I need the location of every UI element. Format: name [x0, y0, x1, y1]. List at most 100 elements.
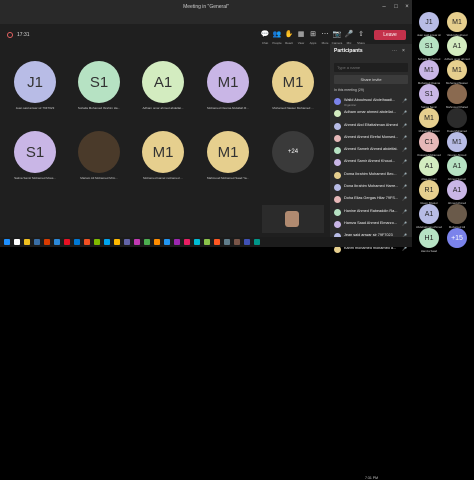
- view-icon[interactable]: ▦: [296, 30, 306, 40]
- participant-name: Mohamed Osama Abdallah R...: [207, 106, 249, 110]
- participant-avatar[interactable]: J1: [14, 61, 56, 103]
- taskbar-app-icon[interactable]: [184, 239, 190, 245]
- taskbar-app-icon[interactable]: [114, 239, 120, 245]
- taskbar-app-icon[interactable]: [44, 239, 50, 245]
- more-icon[interactable]: ⋯: [320, 30, 330, 40]
- participant-avatar[interactable]: A1: [419, 204, 439, 224]
- participant-avatar[interactable]: C1: [419, 132, 439, 152]
- taskbar-app-icon[interactable]: [194, 239, 200, 245]
- start-button-icon[interactable]: [4, 239, 10, 245]
- avatar: [334, 171, 341, 179]
- share-icon[interactable]: ⇧: [356, 30, 366, 40]
- taskbar-app-icon[interactable]: [234, 239, 240, 245]
- participant-avatar[interactable]: M1: [447, 12, 467, 32]
- mic-muted-icon: 🎤: [402, 134, 407, 140]
- avatar: [334, 122, 341, 130]
- taskbar-app-icon[interactable]: [124, 239, 130, 245]
- participant-avatar[interactable]: S1: [14, 131, 56, 173]
- taskbar-app-icon[interactable]: [204, 239, 210, 245]
- window-title: Meeting in "General": [183, 4, 229, 10]
- minimize-icon[interactable]: –: [380, 3, 388, 11]
- share-invite-button[interactable]: Share invite: [334, 75, 408, 84]
- taskbar-app-icon[interactable]: [74, 239, 80, 245]
- participant-avatar[interactable]: S1: [419, 84, 439, 104]
- participant-avatar[interactable]: [447, 84, 467, 104]
- taskbar-app-icon[interactable]: [174, 239, 180, 245]
- participant-avatar[interactable]: A1: [447, 156, 467, 176]
- avatar: [334, 159, 341, 167]
- taskbar-app-icon[interactable]: [244, 239, 250, 245]
- panel-close-icon[interactable]: ×: [402, 48, 405, 54]
- participant-avatar[interactable]: J1: [419, 12, 439, 32]
- taskbar-app-icon[interactable]: [164, 239, 170, 245]
- participant-avatar[interactable]: S1: [419, 36, 439, 56]
- participant-avatar[interactable]: A1: [419, 156, 439, 176]
- participant-avatar[interactable]: H1: [419, 228, 439, 248]
- chat-icon[interactable]: 💬: [260, 30, 270, 40]
- participant-row-name: Dona Ibrahim Mohamed Harre...: [344, 184, 398, 189]
- mic-icon[interactable]: 🎤: [344, 30, 354, 40]
- participant-row[interactable]: Hanine Ahmed Rabeaddin Ra... 🎤: [332, 207, 410, 219]
- taskbar-app-icon[interactable]: [94, 239, 100, 245]
- participant-avatar[interactable]: A1: [142, 61, 184, 103]
- avatar: [334, 110, 341, 118]
- taskbar-app-icon[interactable]: [34, 239, 40, 245]
- participant-row[interactable]: Hamza Saad Ahmed Elmarzo... 🎤: [332, 219, 410, 231]
- apps-icon[interactable]: ⊞: [308, 30, 318, 40]
- participant-avatar[interactable]: M1: [419, 60, 439, 80]
- participant-avatar[interactable]: [447, 204, 467, 224]
- taskbar-app-icon[interactable]: [104, 239, 110, 245]
- taskbar-app-icon[interactable]: [134, 239, 140, 245]
- taskbar-app-icon[interactable]: [254, 239, 260, 245]
- in-meeting-section[interactable]: In this meeting (29): [334, 88, 364, 92]
- participant-row[interactable]: Dona Ibrahim Mohamed Harre... 🎤: [332, 182, 410, 194]
- taskbar-app-icon[interactable]: [64, 239, 70, 245]
- recording-icon: [7, 32, 13, 38]
- camera-icon[interactable]: 📷: [332, 30, 342, 40]
- more-participants-icon[interactable]: +15: [447, 228, 467, 248]
- participant-avatar[interactable]: M1: [447, 132, 467, 152]
- taskbar-app-icon[interactable]: [154, 239, 160, 245]
- participant-row[interactable]: Ahmed Sameh Ahmed abdelfat... 🎤: [332, 145, 410, 157]
- taskbar-app-icon[interactable]: [224, 239, 230, 245]
- avatar: [334, 220, 341, 228]
- participant-row[interactable]: Doma Ibrahim Mohamed Bec... 🎤: [332, 170, 410, 182]
- participant-avatar[interactable]: M1: [207, 131, 249, 173]
- participant-row-name: Adham omar ahmed abdellat...: [344, 110, 396, 115]
- participant-row[interactable]: Adham omar ahmed abdellat... 🎤: [332, 108, 410, 120]
- participant-avatar[interactable]: [78, 131, 120, 173]
- maximize-icon[interactable]: □: [392, 3, 400, 11]
- participant-avatar[interactable]: S1: [78, 61, 120, 103]
- taskbar-app-icon[interactable]: [54, 239, 60, 245]
- leave-button[interactable]: Leave: [374, 30, 406, 40]
- taskbar-app-icon[interactable]: [84, 239, 90, 245]
- participant-avatar[interactable]: A1: [447, 180, 467, 200]
- people-icon[interactable]: 👥: [272, 30, 282, 40]
- avatar: [334, 98, 341, 105]
- more-participants-tile[interactable]: +24: [272, 131, 314, 173]
- participant-avatar[interactable]: M1: [207, 61, 249, 103]
- participant-avatar[interactable]: M1: [419, 108, 439, 128]
- participant-row[interactable]: Ahmed Abd Elfattahman Ahmed... 🎤: [332, 121, 410, 133]
- taskbar-app-icon[interactable]: [14, 239, 20, 245]
- participant-avatar[interactable]: [447, 108, 467, 128]
- participant-row[interactable]: Doha Elias Gergas Hilar 79FS... 🎤: [332, 194, 410, 206]
- participant-avatar[interactable]: R1: [419, 180, 439, 200]
- participant-row[interactable]: Ahmed Samir Ahmed Khoud... 🎤: [332, 157, 410, 169]
- participant-row[interactable]: Walid Abouhsoul Abdelhaadi... Organizer 🎤: [332, 96, 410, 108]
- close-icon[interactable]: ×: [403, 3, 411, 11]
- participant-name: Mahmoud Mohamed Saad Ya...: [206, 176, 250, 180]
- taskbar-app-icon[interactable]: [214, 239, 220, 245]
- participant-avatar[interactable]: M1: [272, 61, 314, 103]
- participant-avatar[interactable]: A1: [447, 36, 467, 56]
- raise-hand-icon[interactable]: ✋: [284, 30, 294, 40]
- avatar: [334, 196, 341, 204]
- participant-avatar[interactable]: M1: [142, 131, 184, 173]
- participant-avatar[interactable]: M1: [447, 60, 467, 80]
- taskbar-app-icon[interactable]: [144, 239, 150, 245]
- taskbar-app-icon[interactable]: [24, 239, 30, 245]
- participant-row-name: Doma Ibrahim Mohamed Bec...: [344, 171, 397, 176]
- panel-more-icon[interactable]: ⋯: [392, 48, 397, 54]
- participant-row[interactable]: Ahmed Ahmed Elrefai Monsed... 🎤: [332, 133, 410, 145]
- participant-search-input[interactable]: [334, 63, 408, 72]
